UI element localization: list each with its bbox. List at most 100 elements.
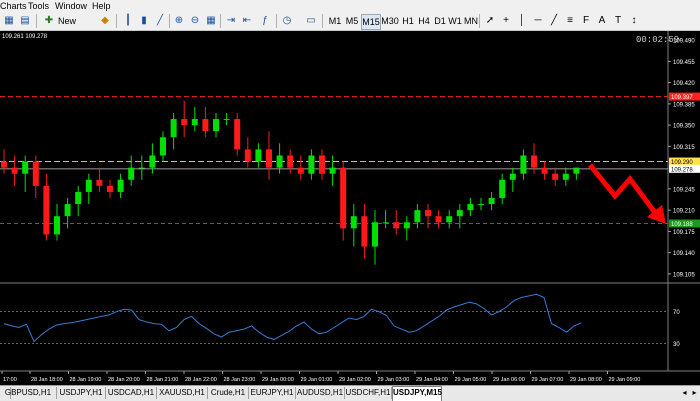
tab-eurjpy-h1[interactable]: EURJPY,H1 [249,387,296,399]
text-icon[interactable]: A [595,14,609,28]
time-label: 28 Jan 18:00 [31,377,63,383]
timeframe-m30[interactable]: M30 [381,14,399,28]
crosshair-icon[interactable]: + [499,14,513,28]
bull-candle [213,119,219,132]
tab-scroll-right-icon[interactable]: ▸ [690,387,699,399]
bear-candle [319,155,325,174]
bull-candle [22,161,29,174]
rsi-tick-label: 70 [673,310,680,316]
new-chart-icon[interactable]: ▦ [2,14,16,28]
horizontal-line-icon[interactable]: ─ [531,14,545,28]
time-label: 29 Jan 00:00 [262,377,294,383]
zoom-in-icon[interactable]: ⊕ [172,14,186,28]
zoom-out-icon[interactable]: ⊖ [188,14,202,28]
trendline-icon[interactable]: ╱ [547,14,561,28]
fibonacci-icon[interactable]: F [579,14,593,28]
bear-candle [425,210,431,217]
bear-candle [266,149,272,168]
tab-usdjpy-h1[interactable]: USDJPY,H1 [57,387,106,399]
toolbar-divider [220,14,221,28]
menu-window[interactable]: Window [55,0,87,12]
toolbar-divider [276,14,277,28]
tab-audusd-h1[interactable]: AUDUSD,H1 [296,387,345,399]
bar-chart-icon[interactable]: ┃ [121,14,135,28]
tab-usdjpy-m15[interactable]: USDJPY,M15 [392,386,442,401]
bull-candle [64,204,71,217]
tab-scroll-left-icon[interactable]: ◂ [680,387,689,399]
expert-advisors-icon[interactable]: ◆ [98,14,112,28]
price-tick-label: 109.210 [673,209,695,215]
chart-window[interactable]: 109.261 109.278 00:02:59 109.397 109.290 1… [0,31,700,385]
toolbar-divider [169,14,170,28]
line-chart-icon[interactable]: ╱ [153,14,167,28]
green-level-line-price-label: 109.188 [671,222,693,228]
tab-usdchf-h1[interactable]: USDCHF,H1 [345,387,392,399]
timeframe-h4[interactable]: H4 [416,14,432,28]
menu-charts[interactable]: Charts [0,0,27,12]
bull-candle [170,119,177,138]
bear-candle [32,161,39,186]
bull-candle [520,155,527,174]
time-label: 29 Jan 07:00 [532,377,564,383]
templates-icon[interactable]: ▭ [304,14,318,28]
bear-candle [202,119,209,132]
timeframe-d1[interactable]: D1 [432,14,448,28]
bull-candle [446,216,453,223]
tab-xauusd-h1[interactable]: XAUUSD,H1 [157,387,208,399]
price-tick-label: 109.315 [673,145,695,151]
new-order-icon[interactable]: ✚ [42,14,56,28]
tab-usdcad-h1[interactable]: USDCAD,H1 [106,387,157,399]
indicators-icon[interactable]: ƒ [258,14,272,28]
timeframe-m5[interactable]: M5 [344,14,360,28]
bear-candle [340,167,347,229]
periods-icon[interactable]: ◷ [280,14,294,28]
bull-candle [54,216,60,235]
chart-tabs: GBPUSD,H1 USDJPY,H1 USDCAD,H1 XAUUSD,H1 … [0,385,700,401]
bull-candle [467,204,474,211]
bull-candle [117,179,124,192]
bull-candle [372,222,378,247]
vertical-line-icon[interactable]: │ [515,14,529,28]
profiles-icon[interactable]: ▤ [18,14,32,28]
auto-scroll-icon[interactable]: ⇥ [224,14,238,28]
bear-candle [541,167,548,174]
time-label: 29 Jan 09:00 [609,377,641,383]
timeframe-w1[interactable]: W1 [447,14,463,28]
timeframe-mn[interactable]: MN [463,14,479,28]
price-tick-label: 109.105 [673,272,695,278]
bid-line-price-label: 109.278 [671,167,693,173]
bull-candle [456,210,463,217]
menu-bar: Charts Tools Window Help [0,0,700,12]
price-chart[interactable]: 109.261 109.278 00:02:59 109.397109.2901… [0,31,700,385]
time-label: 28 Jan 21:00 [147,377,179,383]
chart-shift-icon[interactable]: ⇤ [240,14,254,28]
price-tick-label: 109.385 [673,102,695,108]
arrows-icon[interactable]: ↕ [627,14,641,28]
bear-candle [1,161,7,168]
time-label: 28 Jan 22:00 [185,377,217,383]
menu-help[interactable]: Help [92,0,111,12]
time-label: 28 Jan 20:00 [108,377,140,383]
tile-windows-icon[interactable]: ▦ [204,14,218,28]
rsi-line [3,293,582,343]
timeframe-h1[interactable]: H1 [400,14,416,28]
price-tick-label: 109.350 [673,124,695,130]
label-icon[interactable]: T [611,14,625,28]
tab-gbpusd-h1[interactable]: GBPUSD,H1 [0,387,57,399]
bull-candle [499,179,506,198]
candlestick-icon[interactable]: ▮ [137,14,151,28]
bear-candle [393,222,400,229]
cursor-icon[interactable]: ➚ [483,14,497,28]
timeframe-m15[interactable]: M15 [361,14,381,30]
bear-candle [552,173,559,180]
menu-tools[interactable]: Tools [28,0,49,12]
bear-candle [531,155,537,168]
timeframe-m1[interactable]: M1 [327,14,343,28]
price-tick-label: 109.140 [673,251,695,257]
tab-crude-h1[interactable]: Crude,H1 [208,387,249,399]
time-label: 29 Jan 01:00 [301,377,333,383]
new-order-button[interactable]: New Order [58,14,98,40]
channel-icon[interactable]: ≡ [563,14,577,28]
bull-candle [128,167,135,180]
red-level-line-price-label: 109.397 [671,95,693,101]
